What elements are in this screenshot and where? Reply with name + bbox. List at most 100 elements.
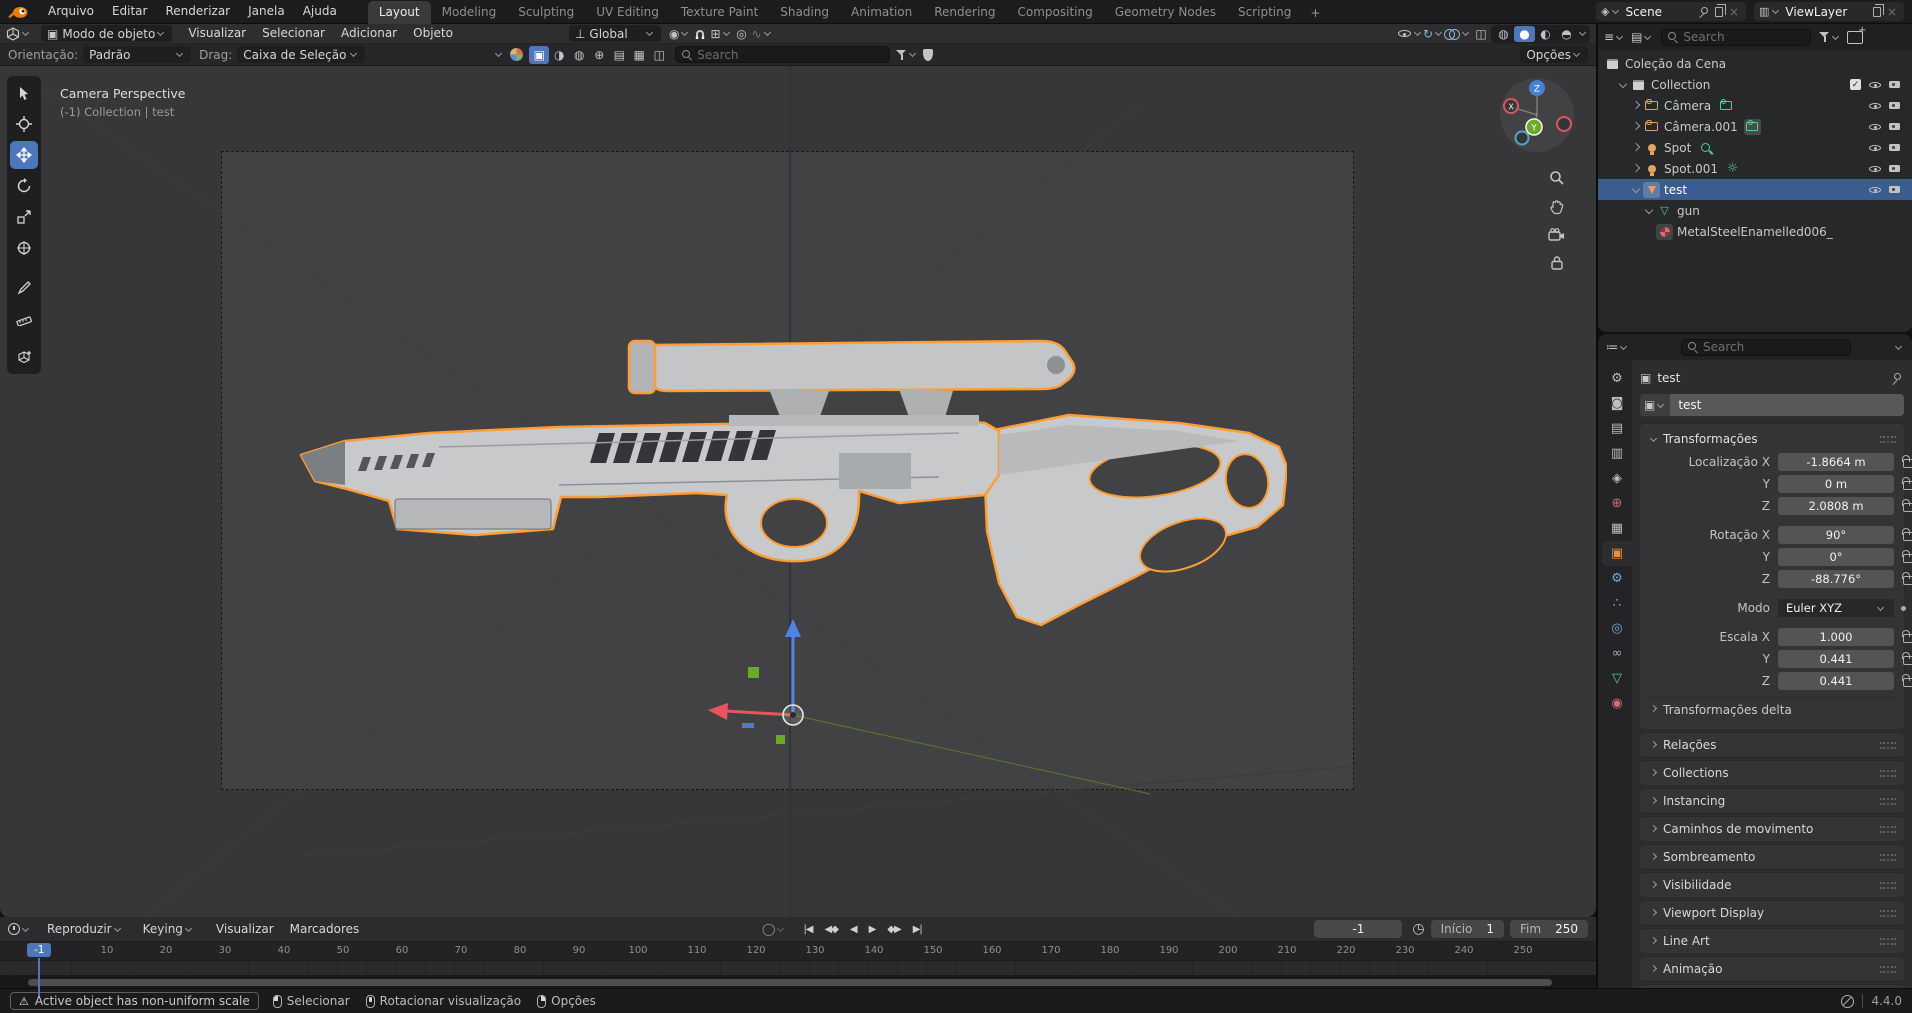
pan-hand-icon[interactable] — [1549, 199, 1565, 215]
transport-button[interactable]: ◆▶ — [882, 922, 905, 937]
panel-grip-icon[interactable] — [1880, 436, 1896, 443]
pin-icon[interactable] — [1698, 7, 1708, 17]
menu-item[interactable]: Renderizar — [156, 0, 239, 23]
studio-light-icon[interactable]: ◍ — [569, 46, 589, 64]
viewport-menu-item[interactable]: Objeto — [405, 24, 461, 43]
properties-tab[interactable] — [1602, 366, 1632, 391]
workspace-tab[interactable]: Shading — [769, 1, 840, 24]
properties-tab[interactable] — [1602, 516, 1632, 541]
material-preview-button[interactable]: ◐ — [1535, 26, 1556, 42]
hide-in-viewport-icon[interactable] — [1868, 162, 1882, 175]
properties-tab[interactable] — [1602, 441, 1632, 466]
value-field[interactable]: 0 m — [1778, 475, 1894, 493]
properties-tab[interactable] — [1602, 391, 1632, 416]
panel-grip-icon[interactable] — [1880, 882, 1896, 889]
options-dropdown[interactable]: Opções — [1520, 46, 1588, 63]
display-mode-button[interactable]: ▤ — [1631, 31, 1653, 43]
world-light-icon[interactable]: ⊕ — [589, 46, 609, 64]
panel-grip-icon[interactable] — [1880, 770, 1896, 777]
drag-mode-dropdown[interactable]: Caixa de Seleção — [237, 46, 365, 63]
menu-item[interactable]: Editar — [103, 0, 157, 23]
keying-dropdown[interactable]: Keying — [137, 921, 200, 938]
lock-icon[interactable] — [1901, 674, 1912, 688]
scrollbar-thumb[interactable] — [28, 979, 1552, 986]
blender-logo-icon[interactable] — [8, 4, 29, 19]
add-cube-tool[interactable] — [10, 343, 38, 371]
properties-panel[interactable]: Caminhos de movimento — [1640, 817, 1904, 841]
lock-icon[interactable] — [1901, 528, 1912, 542]
workspace-tab[interactable]: Geometry Nodes — [1104, 1, 1227, 24]
playhead[interactable]: -1 — [27, 943, 51, 957]
properties-tab[interactable] — [1602, 616, 1632, 641]
panel-grip-icon[interactable] — [1880, 854, 1896, 861]
outliner-row[interactable]: gun — [1598, 200, 1912, 221]
expander-icon[interactable] — [1630, 120, 1643, 133]
value-field[interactable]: 0.441 — [1778, 672, 1894, 690]
properties-panel[interactable]: Sombreamento — [1640, 845, 1904, 869]
value-field[interactable]: -88.776° — [1778, 570, 1894, 588]
auto-keying-icon[interactable]: ◯ — [762, 922, 786, 936]
panel-grip-icon[interactable] — [1880, 910, 1896, 917]
disable-in-render-icon[interactable] — [1889, 163, 1902, 174]
screen-icon[interactable]: ◫ — [649, 46, 669, 64]
workspace-tab[interactable]: UV Editing — [585, 1, 670, 24]
properties-tab[interactable] — [1602, 491, 1632, 516]
outliner-search-input[interactable] — [1683, 30, 1804, 44]
value-field[interactable]: 0.441 — [1778, 650, 1894, 668]
expander-icon[interactable] — [1630, 162, 1643, 175]
new-scene-icon[interactable] — [1715, 7, 1723, 17]
lock-icon[interactable] — [1901, 572, 1912, 586]
properties-panel[interactable]: Visibilidade — [1640, 873, 1904, 897]
pivot-point-button[interactable]: ◉ — [669, 25, 690, 43]
transport-button[interactable]: ◀ — [845, 922, 862, 937]
value-field[interactable]: 0° — [1778, 548, 1894, 566]
lock-icon[interactable] — [1901, 630, 1912, 644]
editor-type-button[interactable] — [6, 27, 31, 41]
hide-in-viewport-icon[interactable] — [1868, 141, 1882, 154]
wireframe-shading-button[interactable]: ◍ — [1493, 26, 1514, 42]
disable-in-render-icon[interactable] — [1889, 100, 1902, 111]
viewport-menu-item[interactable]: Adicionar — [333, 24, 405, 43]
transform-panel-header[interactable]: Transformações — [1648, 428, 1896, 450]
viewlayer-selector[interactable]: ▥ ViewLayer × — [1754, 2, 1904, 21]
properties-panel[interactable]: Viewport Display — [1640, 901, 1904, 925]
pin-id-icon[interactable] — [1891, 373, 1901, 383]
clamp-icon[interactable]: ▤ — [609, 46, 629, 64]
expander-icon[interactable] — [1630, 141, 1643, 154]
playback-dropdown[interactable]: Reproduzir — [41, 921, 129, 938]
navigation-gizmo[interactable]: Z X Y — [1498, 76, 1576, 154]
lock-icon[interactable] — [1901, 652, 1912, 666]
outliner-row[interactable]: Spot — [1598, 137, 1912, 158]
frame-end-field[interactable]: Fim 250 — [1510, 920, 1588, 938]
transform-tool[interactable] — [10, 234, 38, 262]
properties-search[interactable] — [1681, 339, 1851, 356]
properties-tab[interactable] — [1602, 641, 1632, 666]
snap-with-button[interactable]: ⊞ — [710, 25, 731, 43]
transport-button[interactable]: ▶ — [864, 922, 881, 937]
outliner-row[interactable]: MetalSteelEnamelled006_ — [1598, 221, 1912, 242]
delta-transform-subpanel[interactable]: Transformações delta — [1648, 697, 1896, 721]
properties-panel[interactable]: Animação — [1640, 957, 1904, 981]
outliner-row[interactable]: Câmera.001 — [1598, 116, 1912, 137]
toggle-xray-button[interactable]: ◫ — [1471, 25, 1491, 43]
offline-globe-icon[interactable] — [1841, 995, 1854, 1008]
outliner-row[interactable]: Câmera — [1598, 95, 1912, 116]
properties-tab[interactable] — [1602, 666, 1632, 691]
workspace-tab[interactable]: Texture Paint — [670, 1, 769, 24]
viewport-search[interactable] — [675, 46, 890, 63]
value-field[interactable]: 1.000 — [1778, 628, 1894, 646]
chevron-down-icon[interactable] — [1895, 342, 1902, 349]
timeline-scrollbar[interactable] — [0, 976, 1596, 988]
camera-view-icon[interactable] — [1548, 228, 1565, 242]
expander-icon[interactable] — [1630, 183, 1643, 196]
viewport-menu-item[interactable]: Visualizar — [180, 24, 254, 43]
shield-icon[interactable] — [918, 46, 938, 64]
workspace-tab[interactable]: Rendering — [923, 1, 1006, 24]
workspace-tab[interactable]: Modeling — [431, 1, 508, 24]
shading-ball-icon[interactable] — [510, 48, 523, 61]
timeline-ruler[interactable]: 1020304050607080901001101201301401501601… — [0, 942, 1596, 961]
select-box-tool[interactable] — [10, 79, 38, 107]
properties-tab[interactable] — [1602, 416, 1632, 441]
hide-in-viewport-icon[interactable] — [1868, 78, 1882, 91]
playhead-line[interactable] — [38, 958, 40, 996]
